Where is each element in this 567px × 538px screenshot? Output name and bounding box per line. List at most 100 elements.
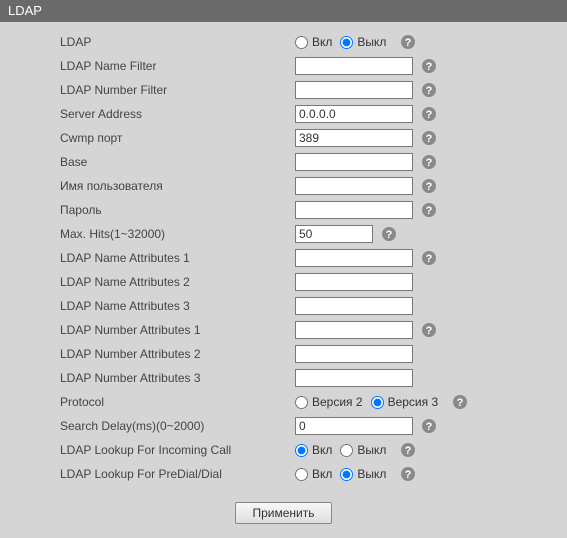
row-protocol: Protocol Версия 2 Версия 3 ? [0,390,567,414]
svg-text:?: ? [426,61,433,73]
lookup-incoming-on-radio[interactable] [295,444,308,457]
panel-title: LDAP [0,0,567,22]
svg-text:?: ? [426,85,433,97]
svg-text:?: ? [426,325,433,337]
row-num-attr1: LDAP Number Attributes 1 ? [0,318,567,342]
username-input[interactable] [295,177,413,195]
help-icon[interactable]: ? [400,466,416,482]
lookup-predial-off-radio[interactable] [340,468,353,481]
footer: Применить [0,486,567,538]
row-lookup-predial: LDAP Lookup For PreDial/Dial Вкл Выкл ? [0,462,567,486]
row-number-filter: LDAP Number Filter ? [0,78,567,102]
protocol-v2-radio[interactable] [295,396,308,409]
label-name-attr1: LDAP Name Attributes 1 [60,251,295,265]
label-number-filter: LDAP Number Filter [60,83,295,97]
row-lookup-incoming: LDAP Lookup For Incoming Call Вкл Выкл ? [0,438,567,462]
lookup-incoming-on-option[interactable]: Вкл [295,443,332,457]
label-ldap: LDAP [60,35,295,49]
help-icon[interactable]: ? [421,58,437,74]
ldap-radio-group: Вкл Выкл [295,35,392,49]
help-icon[interactable]: ? [421,130,437,146]
ldap-on-option[interactable]: Вкл [295,35,332,49]
row-ldap: LDAP Вкл Выкл ? [0,30,567,54]
password-input[interactable] [295,201,413,219]
help-icon[interactable]: ? [400,34,416,50]
name-attr2-input[interactable] [295,273,413,291]
search-delay-input[interactable] [295,417,413,435]
label-max-hits: Max. Hits(1~32000) [60,227,295,241]
num-attr3-input[interactable] [295,369,413,387]
svg-text:?: ? [386,229,393,241]
svg-text:?: ? [426,133,433,145]
row-server-address: Server Address ? [0,102,567,126]
lookup-predial-off-option[interactable]: Выкл [340,467,386,481]
row-username: Имя пользователя ? [0,174,567,198]
protocol-v3-option[interactable]: Версия 3 [371,395,439,409]
label-name-attr3: LDAP Name Attributes 3 [60,299,295,313]
lookup-predial-radio-group: Вкл Выкл [295,467,392,481]
row-max-hits: Max. Hits(1~32000) ? [0,222,567,246]
label-num-attr2: LDAP Number Attributes 2 [60,347,295,361]
ldap-off-option[interactable]: Выкл [340,35,386,49]
help-icon[interactable]: ? [381,226,397,242]
row-cwmp-port: Cwmp порт ? [0,126,567,150]
server-address-input[interactable] [295,105,413,123]
help-icon[interactable]: ? [400,442,416,458]
label-server-address: Server Address [60,107,295,121]
lookup-predial-on-option[interactable]: Вкл [295,467,332,481]
row-name-attr2: LDAP Name Attributes 2 [0,270,567,294]
label-lookup-predial: LDAP Lookup For PreDial/Dial [60,467,295,481]
row-name-attr3: LDAP Name Attributes 3 [0,294,567,318]
protocol-v3-label: Версия 3 [388,395,439,409]
help-icon[interactable]: ? [421,82,437,98]
help-icon[interactable]: ? [421,178,437,194]
help-icon[interactable]: ? [421,250,437,266]
svg-text:?: ? [426,109,433,121]
row-password: Пароль ? [0,198,567,222]
label-num-attr3: LDAP Number Attributes 3 [60,371,295,385]
svg-text:?: ? [426,181,433,193]
help-icon[interactable]: ? [421,106,437,122]
name-attr1-input[interactable] [295,249,413,267]
max-hits-input[interactable] [295,225,373,243]
help-icon[interactable]: ? [452,394,468,410]
label-base: Base [60,155,295,169]
lookup-predial-on-radio[interactable] [295,468,308,481]
ldap-off-label: Выкл [357,35,386,49]
lookup-incoming-on-label: Вкл [312,443,332,457]
num-attr2-input[interactable] [295,345,413,363]
label-name-attr2: LDAP Name Attributes 2 [60,275,295,289]
lookup-predial-on-label: Вкл [312,467,332,481]
label-protocol: Protocol [60,395,295,409]
label-username: Имя пользователя [60,179,295,193]
number-filter-input[interactable] [295,81,413,99]
row-base: Base ? [0,150,567,174]
row-name-attr1: LDAP Name Attributes 1 ? [0,246,567,270]
help-icon[interactable]: ? [421,202,437,218]
help-icon[interactable]: ? [421,154,437,170]
cwmp-port-input[interactable] [295,129,413,147]
svg-text:?: ? [405,37,412,49]
protocol-v2-option[interactable]: Версия 2 [295,395,363,409]
protocol-radio-group: Версия 2 Версия 3 [295,395,444,409]
base-input[interactable] [295,153,413,171]
lookup-incoming-off-option[interactable]: Выкл [340,443,386,457]
ldap-on-radio[interactable] [295,36,308,49]
svg-text:?: ? [426,421,433,433]
num-attr1-input[interactable] [295,321,413,339]
protocol-v3-radio[interactable] [371,396,384,409]
lookup-incoming-off-radio[interactable] [340,444,353,457]
name-filter-input[interactable] [295,57,413,75]
ldap-panel: LDAP LDAP Вкл Выкл ? LD [0,0,567,538]
label-lookup-incoming: LDAP Lookup For Incoming Call [60,443,295,457]
help-icon[interactable]: ? [421,418,437,434]
protocol-v2-label: Версия 2 [312,395,363,409]
label-search-delay: Search Delay(ms)(0~2000) [60,419,295,433]
ldap-off-radio[interactable] [340,36,353,49]
help-icon[interactable]: ? [421,322,437,338]
row-num-attr3: LDAP Number Attributes 3 [0,366,567,390]
label-password: Пароль [60,203,295,217]
label-name-filter: LDAP Name Filter [60,59,295,73]
apply-button[interactable]: Применить [235,502,331,524]
name-attr3-input[interactable] [295,297,413,315]
